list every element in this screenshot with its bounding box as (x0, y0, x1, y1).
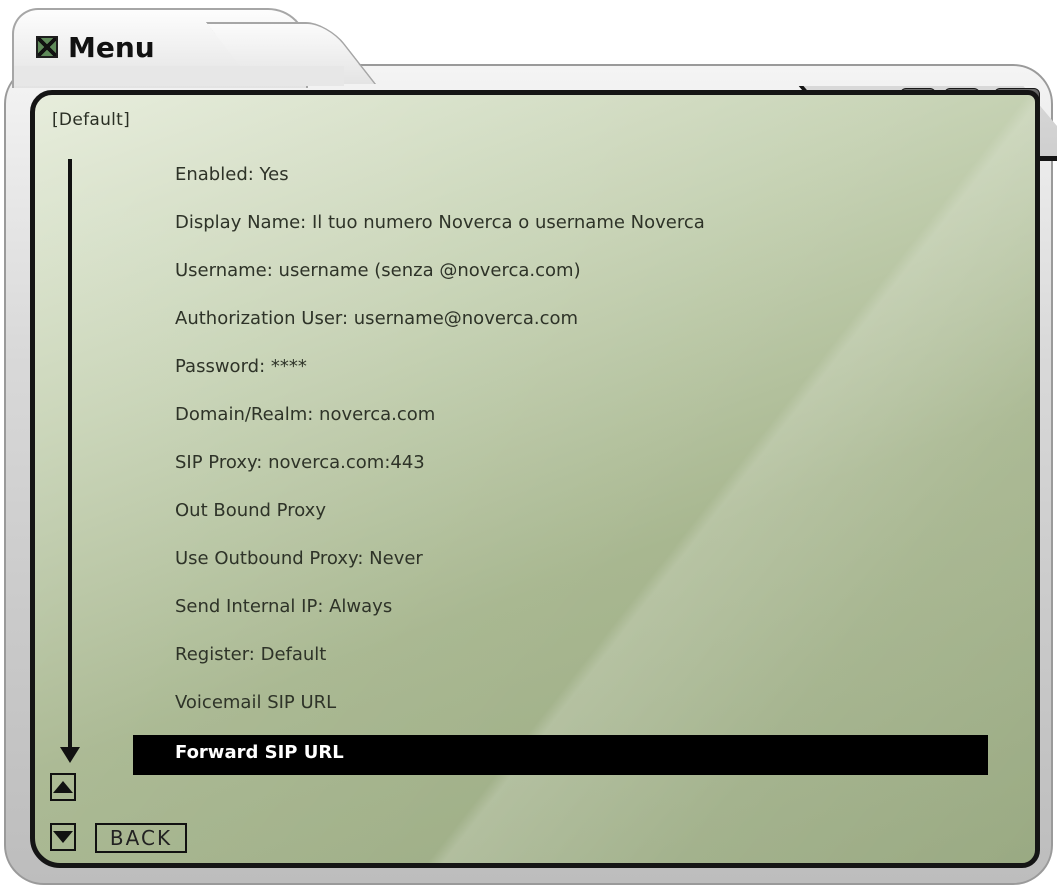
title-bar[interactable]: Menu (36, 30, 155, 64)
arrow-up-icon (53, 781, 73, 793)
menu-item-authorization-user[interactable]: Authorization User: username@noverca.com (133, 301, 988, 337)
menu-item-send-internal-ip[interactable]: Send Internal IP: Always (133, 589, 988, 625)
menu-item-password[interactable]: Password: **** (133, 349, 988, 385)
app-icon (36, 36, 58, 58)
scroll-up-button[interactable] (50, 773, 76, 801)
scroll-down-button[interactable] (50, 823, 76, 851)
back-button[interactable]: BACK (95, 823, 187, 853)
menu-item-voicemail-sip-url[interactable]: Voicemail SIP URL (133, 685, 988, 721)
menu-item-domain-realm[interactable]: Domain/Realm: noverca.com (133, 397, 988, 433)
arrow-down-icon (53, 831, 73, 843)
menu-item-display-name[interactable]: Display Name: Il tuo numero Noverca o us… (133, 205, 988, 241)
menu-list: Enabled: Yes Display Name: Il tuo numero… (35, 95, 1035, 863)
menu-item-register[interactable]: Register: Default (133, 637, 988, 673)
menu-screen: [Default] Enabled: Yes Display Name: Il … (30, 90, 1040, 868)
title-tab-fill (14, 66, 344, 86)
window-title: Menu (68, 30, 155, 64)
menu-item-username[interactable]: Username: username (senza @noverca.com) (133, 253, 988, 289)
menu-item-forward-sip-url[interactable]: Forward SIP URL (133, 735, 988, 775)
menu-item-sip-proxy[interactable]: SIP Proxy: noverca.com:443 (133, 445, 988, 481)
menu-item-use-outbound-proxy[interactable]: Use Outbound Proxy: Never (133, 541, 988, 577)
menu-item-out-bound-proxy[interactable]: Out Bound Proxy (133, 493, 988, 529)
menu-item-enabled[interactable]: Enabled: Yes (133, 157, 988, 193)
